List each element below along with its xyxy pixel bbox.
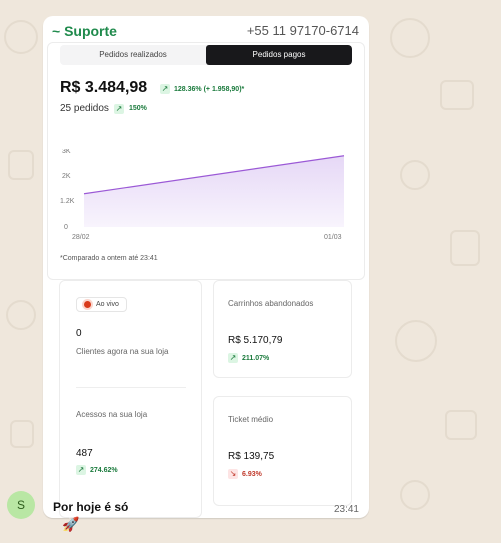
message-bubble: ~ Suporte +55 11 97170-6714 Pedidos real… (43, 16, 369, 518)
divider (76, 387, 186, 388)
trend-up-icon: ↗ (76, 465, 86, 475)
message-text: Por hoje é só (53, 500, 129, 514)
ticket-change: ↘ 6.93% (228, 469, 262, 479)
abandoned-carts-card: Carrinhos abandonados R$ 5.170,79 ↗ 211.… (213, 280, 352, 378)
clients-label: Clientes agora na sua loja (76, 347, 169, 356)
x-tick-label: 01/03 (324, 234, 342, 241)
tab-pedidos-realizados[interactable]: Pedidos realizados (60, 45, 206, 65)
wallpaper-doodle (6, 300, 36, 330)
access-change-value: 274.62% (90, 466, 118, 474)
clients-value: 0 (76, 328, 82, 339)
order-tabs: Pedidos realizados Pedidos pagos (60, 45, 352, 65)
access-label: Acessos na sua loja (76, 410, 148, 419)
y-tick-label: 2K (62, 173, 71, 180)
rocket-emoji: 🚀 (62, 516, 80, 532)
x-tick-label: 28/02 (72, 234, 90, 241)
trend-up-icon: ↗ (160, 84, 170, 94)
tab-pedidos-pagos[interactable]: Pedidos pagos (206, 45, 352, 65)
live-badge-label: Ao vivo (96, 301, 119, 308)
wallpaper-doodle (440, 80, 474, 110)
total-change: ↗ 128.36% (+ 1.958,90)* (160, 84, 244, 94)
access-change: ↗ 274.62% (76, 465, 118, 475)
trend-up-icon: ↗ (113, 103, 124, 114)
total-revenue: R$ 3.484,98 (60, 79, 148, 96)
sales-card: Pedidos realizados Pedidos pagos R$ 3.48… (47, 42, 365, 280)
abandoned-carts-label: Carrinhos abandonados (228, 299, 314, 308)
abandoned-change: ↗ 211.07% (228, 353, 269, 363)
average-ticket-card: Ticket médio R$ 139,75 ↘ 6.93% (213, 396, 352, 506)
y-tick-label: 1.2K (60, 198, 75, 205)
orders-count: 25 pedidos ↗ 150% (60, 103, 147, 114)
wallpaper-doodle (4, 20, 38, 54)
sender-name[interactable]: ~ Suporte (52, 23, 117, 39)
wallpaper-doodle (445, 410, 477, 440)
wallpaper-doodle (390, 18, 430, 58)
wallpaper-doodle (400, 480, 430, 510)
trend-up-icon: ↗ (228, 353, 238, 363)
wallpaper-doodle (10, 420, 34, 448)
revenue-chart: 3K 2K 1.2K 0 28/02 01/03 (60, 149, 345, 241)
message-time: 23:41 (333, 504, 359, 515)
live-dot-icon (84, 301, 91, 308)
wallpaper-doodle (450, 230, 480, 266)
average-ticket-value: R$ 139,75 (228, 451, 275, 462)
y-tick-label: 3K (62, 149, 71, 155)
access-value: 487 (76, 448, 93, 459)
abandoned-carts-value: R$ 5.170,79 (228, 335, 283, 346)
average-ticket-label: Ticket médio (228, 415, 274, 424)
trend-down-icon: ↘ (228, 469, 238, 479)
orders-change-value: 150% (128, 105, 147, 112)
total-change-value: 128.36% (+ 1.958,90)* (174, 85, 245, 93)
abandoned-change-value: 211.07% (242, 354, 270, 362)
sender-avatar[interactable]: S (7, 491, 35, 519)
chart-area (84, 155, 344, 227)
wallpaper-doodle (400, 160, 430, 190)
sender-phone[interactable]: +55 11 97170-6714 (247, 23, 359, 38)
wallpaper-doodle (8, 150, 34, 180)
live-badge: Ao vivo (76, 297, 127, 312)
orders-count-value: 25 pedidos (60, 103, 109, 114)
live-stats-card: Ao vivo 0 Clientes agora na sua loja Ace… (59, 280, 202, 518)
comparison-note: *Comparado a ontem até 23:41 (60, 255, 158, 262)
ticket-change-value: 6.93% (242, 470, 262, 478)
wallpaper-doodle (395, 320, 437, 362)
y-tick-label: 0 (64, 224, 68, 231)
